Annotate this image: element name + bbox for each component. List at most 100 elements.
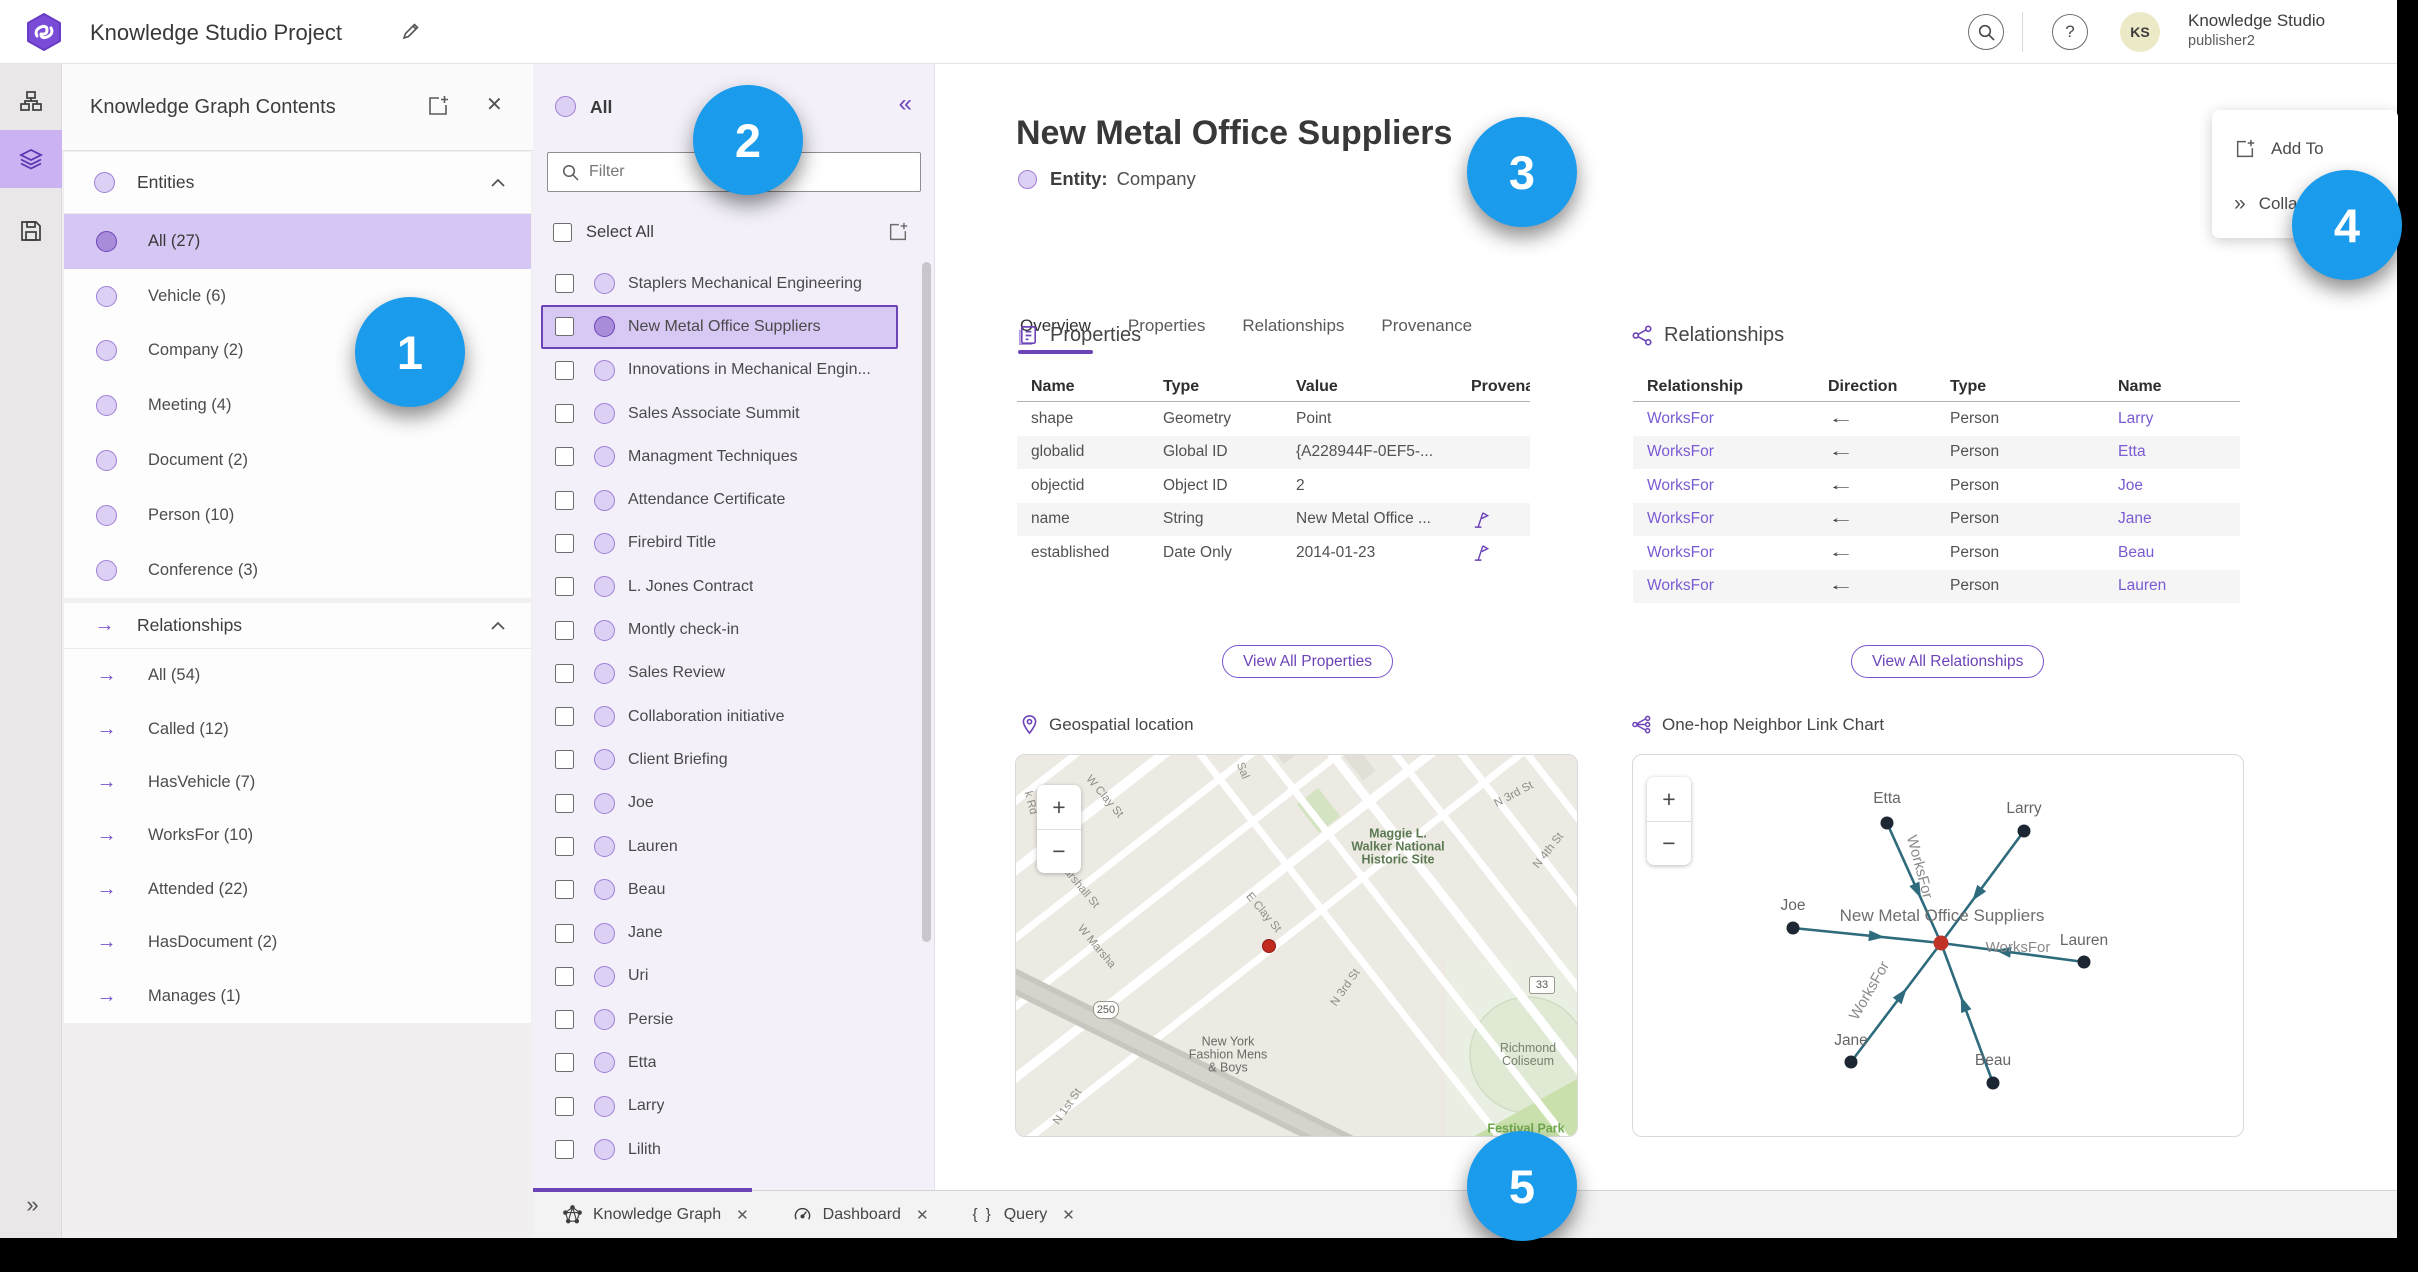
sidebar-item-relationship-type[interactable]: → WorksFor (10) — [64, 809, 531, 862]
help-icon[interactable]: ? — [2052, 14, 2088, 50]
list-item-checkbox[interactable] — [555, 1010, 574, 1030]
list-item-checkbox[interactable] — [555, 663, 574, 683]
add-to-menu-item[interactable]: Add To — [2234, 138, 2324, 160]
list-item[interactable]: New Metal Office Suppliers — [541, 305, 898, 349]
list-item-checkbox[interactable] — [555, 707, 574, 727]
related-entity-link[interactable]: Jane — [2104, 510, 2240, 528]
list-item[interactable]: Lilith — [541, 1128, 898, 1171]
related-entity-link[interactable]: Joe — [2104, 477, 2240, 495]
list-item-checkbox[interactable] — [555, 274, 574, 294]
link-chart[interactable]: + − WorksFor WorksFor WorksFor Etta Larry Joe… — [1632, 754, 2244, 1137]
relationship-link[interactable]: WorksFor — [1633, 443, 1814, 461]
list-item-checkbox[interactable] — [555, 837, 574, 856]
list-item[interactable]: Sales Associate Summit — [541, 392, 898, 435]
list-item-checkbox[interactable] — [555, 533, 574, 553]
list-item-checkbox[interactable] — [555, 1053, 574, 1073]
relationship-link[interactable]: WorksFor — [1633, 477, 1814, 495]
list-item-checkbox[interactable] — [555, 793, 574, 813]
collapse-panel-icon[interactable]: « — [899, 90, 912, 118]
project-hierarchy-icon[interactable] — [0, 72, 62, 130]
zoom-in-button[interactable]: + — [1037, 785, 1081, 829]
list-item[interactable]: Larry — [541, 1085, 898, 1128]
relationship-link[interactable]: WorksFor — [1633, 544, 1814, 562]
chevron-up-icon[interactable] — [491, 178, 505, 187]
sidebar-item-relationship-type[interactable]: → All (54) — [64, 649, 531, 702]
list-item[interactable]: Innovations in Mechanical Engin... — [541, 349, 898, 392]
collapse-menu-item[interactable]: » Colla — [2234, 192, 2297, 216]
app-logo-icon[interactable] — [24, 12, 64, 52]
list-item[interactable]: Attendance Certificate — [541, 478, 898, 521]
list-item-checkbox[interactable] — [555, 620, 574, 640]
chevron-up-icon[interactable] — [491, 621, 505, 630]
list-item-checkbox[interactable] — [555, 880, 574, 900]
zoom-in-button[interactable]: + — [1647, 777, 1691, 821]
sidebar-item-relationship-type[interactable]: → HasDocument (2) — [64, 916, 531, 969]
close-panel-icon[interactable]: ✕ — [486, 92, 503, 117]
list-item[interactable]: Lauren — [541, 825, 898, 868]
sidebar-item-entity-type[interactable]: Document (2) — [64, 433, 531, 488]
relationships-section-header[interactable]: → Relationships — [64, 603, 531, 649]
entities-section-header[interactable]: Entities — [64, 152, 531, 214]
list-item[interactable]: Firebird Title — [541, 522, 898, 565]
bottom-tab-query[interactable]: { } Query ✕ — [973, 1206, 1075, 1224]
list-item-checkbox[interactable] — [555, 317, 574, 337]
sidebar-item-entity-type[interactable]: Vehicle (6) — [64, 269, 531, 324]
sidebar-item-relationship-type[interactable]: → Manages (1) — [64, 969, 531, 1022]
map[interactable]: + − k Rd W Clay St Sal N 3rd St N 4th St Magg… — [1015, 754, 1578, 1137]
edit-title-icon[interactable] — [400, 20, 422, 42]
list-item[interactable]: Collaboration initiative — [541, 695, 898, 738]
list-item[interactable]: Client Briefing — [541, 738, 898, 781]
zoom-out-button[interactable]: − — [1647, 821, 1691, 865]
relationship-link[interactable]: WorksFor — [1633, 510, 1814, 528]
save-icon[interactable] — [0, 202, 62, 260]
select-all-checkbox[interactable] — [553, 222, 572, 242]
add-to-new-icon[interactable] — [887, 221, 909, 243]
relationship-link[interactable]: WorksFor — [1633, 410, 1814, 428]
related-entity-link[interactable]: Larry — [2104, 410, 2240, 428]
list-item-checkbox[interactable] — [555, 1096, 574, 1116]
list-item[interactable]: Sales Review — [541, 652, 898, 695]
related-entity-link[interactable]: Lauren — [2104, 577, 2240, 595]
layers-icon[interactable] — [0, 130, 62, 188]
related-entity-link[interactable]: Beau — [2104, 544, 2240, 562]
sidebar-item-entity-type[interactable]: All (27) — [64, 214, 531, 269]
list-item[interactable]: Managment Techniques — [541, 435, 898, 478]
close-tab-icon[interactable]: ✕ — [736, 1206, 749, 1224]
zoom-out-button[interactable]: − — [1037, 829, 1081, 873]
list-item[interactable]: Jane — [541, 911, 898, 954]
close-tab-icon[interactable]: ✕ — [1062, 1206, 1075, 1224]
sidebar-item-relationship-type[interactable]: → Called (12) — [64, 702, 531, 755]
list-item-checkbox[interactable] — [555, 966, 574, 986]
bottom-tab-dashboard[interactable]: Dashboard ✕ — [793, 1205, 929, 1224]
avatar[interactable]: KS — [2120, 12, 2160, 52]
bottom-tab-knowledge-graph[interactable]: Knowledge Graph ✕ — [563, 1205, 749, 1224]
list-item-checkbox[interactable] — [555, 360, 574, 380]
related-entity-link[interactable]: Etta — [2104, 443, 2240, 461]
sidebar-item-entity-type[interactable]: Meeting (4) — [64, 378, 531, 433]
list-item[interactable]: Uri — [541, 955, 898, 998]
sidebar-item-entity-type[interactable]: Conference (3) — [64, 543, 531, 598]
list-item[interactable]: Etta — [541, 1041, 898, 1084]
view-all-properties-button[interactable]: View All Properties — [1222, 645, 1393, 678]
list-item-checkbox[interactable] — [555, 447, 574, 467]
list-item[interactable]: Beau — [541, 868, 898, 911]
list-item-checkbox[interactable] — [555, 1140, 574, 1160]
list-item[interactable]: L. Jones Contract — [541, 565, 898, 608]
add-to-new-icon[interactable] — [426, 94, 450, 118]
list-item[interactable]: Joe — [541, 782, 898, 825]
close-tab-icon[interactable]: ✕ — [916, 1206, 929, 1224]
list-item[interactable]: Staplers Mechanical Engineering — [541, 262, 898, 305]
list-item[interactable]: Montly check-in — [541, 608, 898, 651]
scrollbar-thumb[interactable] — [922, 262, 931, 942]
property-provenance[interactable] — [1457, 510, 1530, 529]
search-icon[interactable] — [1968, 14, 2004, 50]
list-item-checkbox[interactable] — [555, 404, 574, 424]
sidebar-item-entity-type[interactable]: Person (10) — [64, 488, 531, 543]
list-item-checkbox[interactable] — [555, 577, 574, 597]
list-item-checkbox[interactable] — [555, 923, 574, 943]
list-item[interactable]: Persie — [541, 998, 898, 1041]
user-menu[interactable]: Knowledge Studio publisher2 — [2188, 10, 2325, 52]
view-all-relationships-button[interactable]: View All Relationships — [1851, 645, 2045, 678]
tab-relationships[interactable]: Relationships — [1242, 316, 1344, 342]
tab-provenance[interactable]: Provenance — [1381, 316, 1472, 342]
